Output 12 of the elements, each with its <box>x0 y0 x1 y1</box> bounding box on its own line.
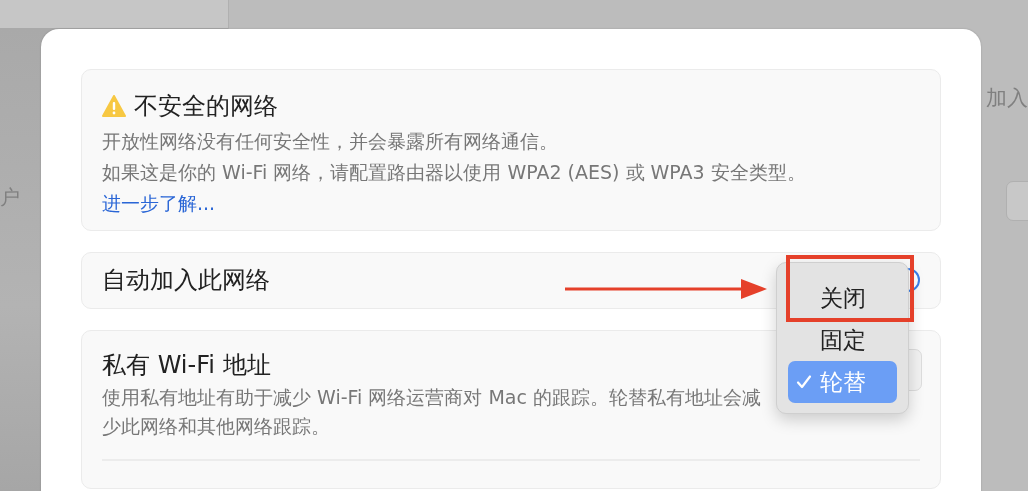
private-address-title: 私有 Wi-Fi 地址 <box>102 349 272 381</box>
panel-text: 加入 <box>986 85 1028 112</box>
menu-item[interactable]: 固定 <box>788 319 897 361</box>
menu-item[interactable]: 关闭 <box>788 277 897 319</box>
warning-text: 开放性网络没有任何安全性，并会暴露所有网络通信。 <box>102 129 559 154</box>
private-address-description: 使用私有地址有助于减少 Wi-Fi 网络运营商对 Mac 的跟踪。轮替私有地址会减少此网络和其他网络跟踪。 <box>102 384 762 439</box>
learn-more-link[interactable]: 进一步了解... <box>102 188 216 219</box>
checkmark-icon <box>796 374 812 390</box>
auto-join-label: 自动加入此网络 <box>102 265 270 297</box>
warning-title: 不安全的网络 <box>134 91 278 122</box>
warning-text: 如果这是你的 Wi-Fi 网络，请配置路由器以使用 WPA2 (AES) 或 WPA3 安全类型。 <box>102 160 807 185</box>
warning-icon <box>102 95 126 117</box>
